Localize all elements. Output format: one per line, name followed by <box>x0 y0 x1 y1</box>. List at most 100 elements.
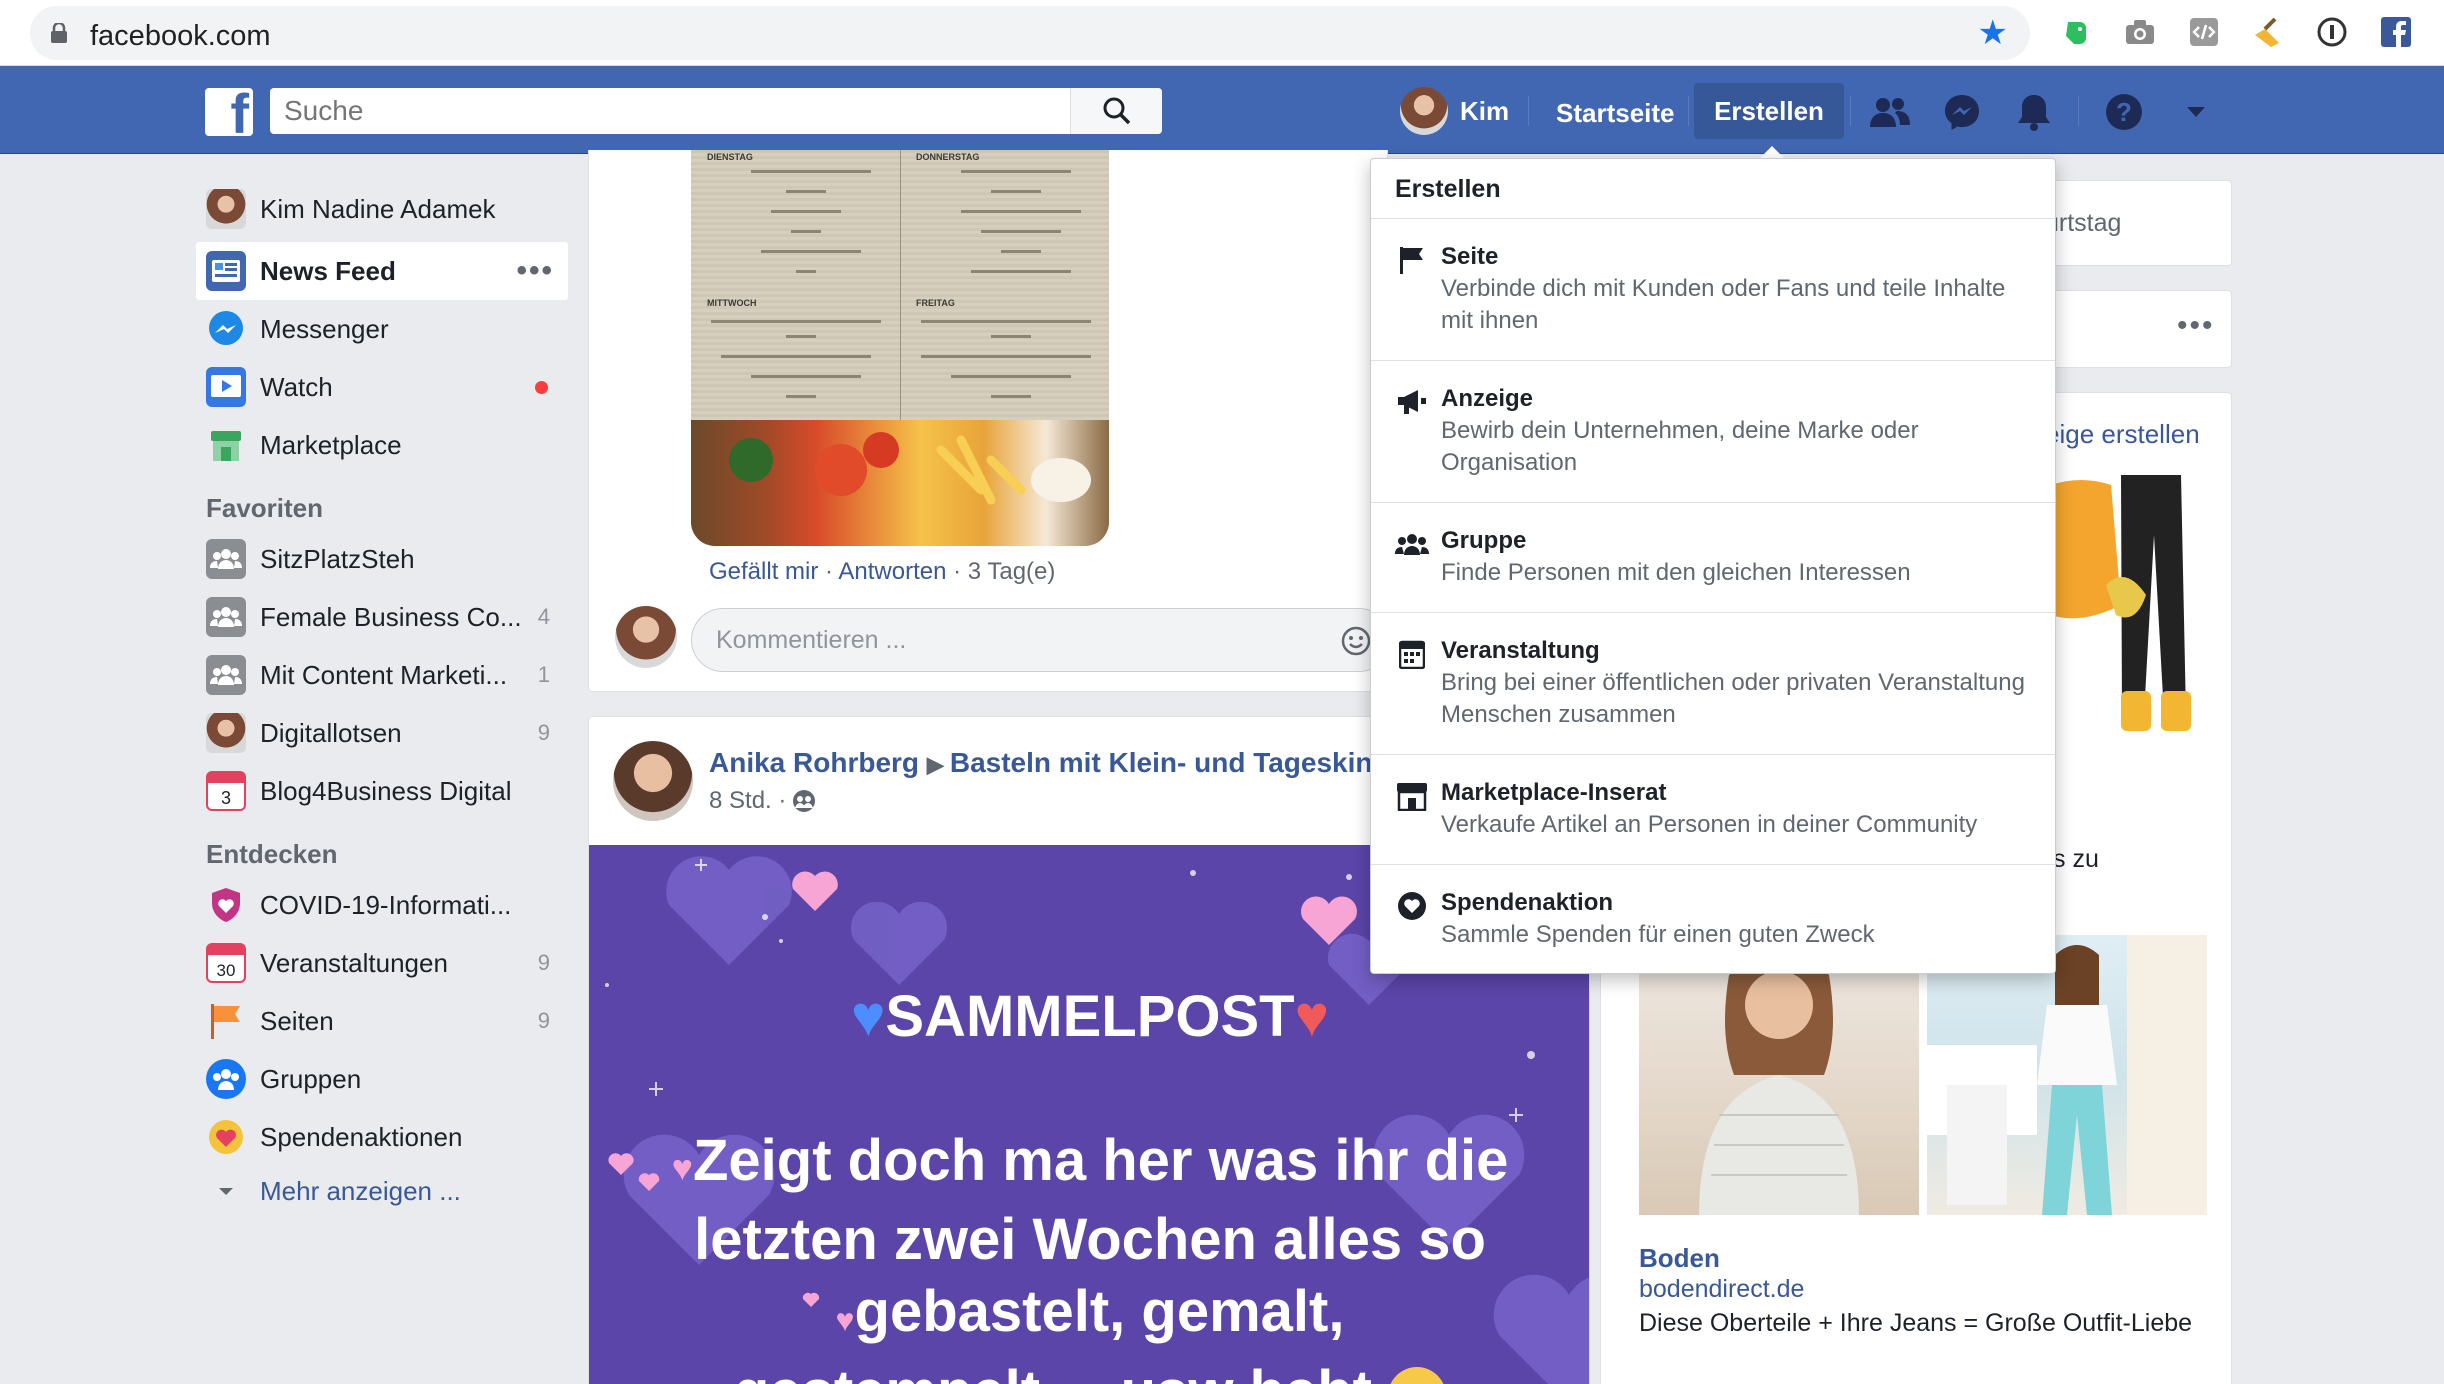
dropdown-caret <box>1760 146 1784 158</box>
create-menu-item-event[interactable]: Veranstaltung Bring bei einer öffentlich… <box>1371 613 2055 755</box>
divider <box>1850 96 1851 126</box>
svg-text:30: 30 <box>217 961 236 980</box>
create-menu-item-page[interactable]: Seite Verbinde dich mit Kunden oder Fans… <box>1371 219 2055 361</box>
create-menu-item-label: Gruppe <box>1441 527 1527 554</box>
post-text-span: Zeigt doch ma her was ihr die <box>692 1128 1509 1193</box>
facebook-extension-icon[interactable] <box>2378 14 2414 50</box>
divider <box>1528 96 1529 126</box>
sidebar-item-groups[interactable]: Gruppen <box>196 1050 568 1108</box>
code-extension-icon[interactable] <box>2186 14 2222 50</box>
messenger-icon[interactable] <box>1940 90 1984 134</box>
friend-requests-icon[interactable] <box>1868 90 1912 134</box>
create-ad-link[interactable]: eige erstellen <box>2045 419 2200 450</box>
post-title-line: ♥SAMMELPOST♥ <box>589 983 1589 1050</box>
ad-title-link[interactable]: Boden <box>1639 1243 1720 1274</box>
sidebar-item-messenger[interactable]: Messenger <box>196 300 568 358</box>
profile-link[interactable]: Kim <box>1400 86 1509 136</box>
post-text-span: gestempelt ... usw habt <box>734 1359 1372 1384</box>
facebook-logo-icon[interactable]: f <box>205 88 253 136</box>
sidebar-item-event[interactable]: 3 Blog4Business Digital <box>196 762 568 820</box>
show-more-link[interactable]: Mehr anzeigen ... <box>196 1166 568 1216</box>
emoji-icon[interactable] <box>1340 625 1372 657</box>
create-menu-item-fundraiser[interactable]: Spendenaktion Sammle Spenden für einen g… <box>1371 865 2055 971</box>
create-menu-item-desc: Bring bei einer öffentlichen oder privat… <box>1441 669 2025 728</box>
group-icon <box>206 597 246 637</box>
facebook-top-bar: f Kim Startseite Erstellen ? <box>0 66 2444 154</box>
author-name-link[interactable]: Anika Rohrberg <box>709 747 919 778</box>
calendar-icon: 30 <box>206 943 246 983</box>
comment-actions: Gefällt mir · Antworten · 3 Tag(e) <box>709 558 1056 585</box>
more-options-icon[interactable]: ••• <box>516 254 554 288</box>
group-icon <box>206 655 246 695</box>
broom-extension-icon[interactable] <box>2250 14 2286 50</box>
search-input[interactable] <box>270 88 1070 134</box>
arrow-right-icon: ▶ <box>926 752 950 777</box>
sidebar-item-fundraisers[interactable]: Spendenaktionen <box>196 1108 568 1166</box>
post-time[interactable]: 8 Std. · <box>709 787 786 815</box>
post-text: ♥Zeigt doch ma her was ihr die letzten z… <box>589 1125 1589 1384</box>
watch-icon <box>206 367 246 407</box>
marketplace-icon <box>206 425 246 465</box>
svg-text:?: ? <box>2116 97 2132 127</box>
comment-field[interactable]: Kommentieren ... <box>691 608 1387 672</box>
create-menu-item-desc: Finde Personen mit den gleichen Interess… <box>1441 559 1911 586</box>
author-avatar[interactable] <box>613 741 693 821</box>
create-button[interactable]: Erstellen <box>1694 83 1844 139</box>
sidebar-item-label: Marketplace <box>260 429 402 460</box>
account-menu-chevron-icon[interactable] <box>2174 90 2218 134</box>
sidebar-item-news-feed[interactable]: News Feed ••• <box>196 242 568 300</box>
more-options-icon[interactable]: ••• <box>2177 309 2215 343</box>
camera-extension-icon[interactable] <box>2122 14 2158 50</box>
show-more-label: Mehr anzeigen ... <box>260 1175 461 1206</box>
evernote-extension-icon[interactable] <box>2058 14 2094 50</box>
megaphone-icon <box>1395 385 1429 419</box>
ad-image-woman-2[interactable] <box>1927 935 2207 1215</box>
sidebar-item-group[interactable]: Female Business Co... 4 <box>196 588 568 646</box>
sidebar-item-marketplace[interactable]: Marketplace <box>196 416 568 474</box>
search-button[interactable] <box>1070 88 1162 134</box>
sidebar-item-label: News Feed <box>260 255 396 286</box>
address-bar[interactable]: facebook.com ★ <box>30 6 2030 60</box>
create-menu-item-marketplace-listing[interactable]: Marketplace-Inserat Verkaufe Artikel an … <box>1371 755 2055 865</box>
notifications-bell-icon[interactable] <box>2012 90 2056 134</box>
bookmark-star-icon[interactable]: ★ <box>1978 16 2008 50</box>
post-text-line: letzten zwei Wochen alles so <box>694 1207 1486 1272</box>
create-menu-item-ad[interactable]: Anzeige Bewirb dein Unternehmen, deine M… <box>1371 361 2055 503</box>
sidebar-item-covid[interactable]: COVID-19-Informati... <box>196 876 568 934</box>
create-menu-item-desc: Verbinde dich mit Kunden oder Fans und t… <box>1441 275 2006 334</box>
help-icon[interactable]: ? <box>2102 90 2146 134</box>
sidebar-item-group[interactable]: SitzPlatzSteh <box>196 530 568 588</box>
home-link[interactable]: Startseite <box>1556 98 1675 129</box>
sidebar-item-label: SitzPlatzSteh <box>260 543 415 574</box>
group-name-link[interactable]: Basteln mit Klein- und Tageskinde <box>950 747 1405 778</box>
group-icon <box>206 539 246 579</box>
ad-image-outfit[interactable] <box>2051 475 2211 745</box>
sidebar-profile[interactable]: Kim Nadine Adamek <box>196 180 568 238</box>
create-menu-title: Erstellen <box>1371 159 2055 219</box>
page-avatar <box>206 713 246 753</box>
sidebar-item-pages[interactable]: Seiten 9 <box>196 992 568 1050</box>
post-meta: 8 Std. · <box>709 787 816 815</box>
sidebar-item-label: Female Business Co... <box>260 601 522 632</box>
create-menu-item-label: Spendenaktion <box>1441 889 1614 916</box>
sidebar-item-page[interactable]: Digitallotsen 9 <box>196 704 568 762</box>
search-box <box>270 88 1162 134</box>
info-extension-icon[interactable] <box>2314 14 2350 50</box>
sidebar-item-group[interactable]: Mit Content Marketi... 1 <box>196 646 568 704</box>
like-link[interactable]: Gefällt mir <box>709 558 818 585</box>
sidebar-item-label: Blog4Business Digital <box>260 775 512 806</box>
create-menu-item-group[interactable]: Gruppe Finde Personen mit den gleichen I… <box>1371 503 2055 613</box>
post-text-line: ♥Zeigt doch ma her was ihr die <box>589 1125 1589 1204</box>
menu-text-lines <box>711 170 1091 398</box>
ad-image-woman-1[interactable] <box>1639 935 1919 1215</box>
sidebar-item-events[interactable]: 30 Veranstaltungen 9 <box>196 934 568 992</box>
reply-link[interactable]: Antworten <box>838 558 946 585</box>
create-menu-item-label: Veranstaltung <box>1441 637 1600 664</box>
calendar-icon: 3 <box>206 771 246 811</box>
ad-domain-link[interactable]: bodendirect.de <box>1639 1275 1804 1304</box>
sidebar-item-label: Watch <box>260 371 333 402</box>
favorites-heading: Favoriten <box>206 493 324 523</box>
sidebar-item-watch[interactable]: Watch <box>196 358 568 416</box>
comment-image-menu[interactable]: DIENSTAG DONNERSTAG MITTWOCH FREITAG <box>691 150 1109 546</box>
red-heart-icon: ♥ <box>1294 984 1330 1049</box>
